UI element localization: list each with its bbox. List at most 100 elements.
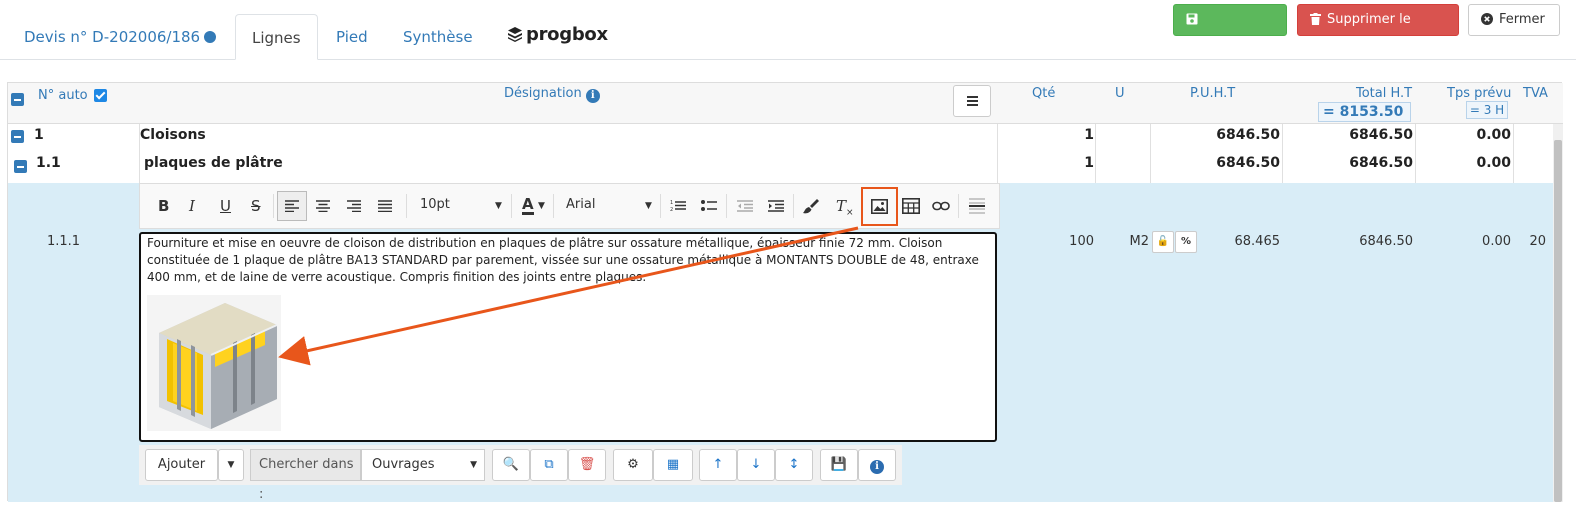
save-button[interactable]: Enregistrer bbox=[1173, 4, 1287, 57]
tps-header: Tps prévu bbox=[1447, 86, 1512, 101]
total-ht-header: Total H.T bbox=[1356, 86, 1413, 101]
calculator-button[interactable]: ▦ bbox=[653, 449, 693, 481]
underline-icon[interactable]: U bbox=[220, 197, 231, 215]
row-number: 1 bbox=[34, 127, 44, 143]
toolbar-divider bbox=[273, 194, 274, 218]
scrollbar[interactable] bbox=[1553, 124, 1563, 502]
save-row-button[interactable]: 💾 bbox=[820, 449, 858, 481]
info-icon[interactable]: i bbox=[585, 89, 600, 103]
insert-image-button[interactable] bbox=[861, 187, 898, 226]
qte-header: Qté bbox=[1032, 86, 1056, 101]
designation-editor[interactable]: Fourniture et mise en oeuvre de cloison … bbox=[139, 232, 997, 442]
tab-lignes[interactable]: Lignes bbox=[235, 14, 318, 60]
image-icon bbox=[871, 199, 888, 214]
add-button[interactable]: Ajouter bbox=[145, 449, 218, 481]
font-color-icon[interactable]: A bbox=[522, 197, 534, 215]
font-family-select[interactable]: Arial bbox=[566, 197, 595, 212]
font-size-select[interactable]: 10pt bbox=[420, 197, 450, 212]
move-down-button[interactable]: ↓ bbox=[737, 449, 775, 481]
editor-toolbar: B I U S 10pt ▼ A ▼ Arial ▼ 12 T× bbox=[139, 183, 1000, 229]
search-scope-value: Ouvrages bbox=[372, 457, 435, 472]
close-button[interactable]: Fermer bbox=[1468, 4, 1560, 36]
column-menu-button[interactable] bbox=[953, 85, 991, 117]
svg-text:1: 1 bbox=[670, 200, 673, 206]
row-total: 6846.50 bbox=[1349, 127, 1413, 143]
parts-button[interactable]: ⚙ bbox=[613, 449, 653, 481]
lines-grid: N° auto Désignation i Qté U P.U.H.T Total… bbox=[7, 82, 1563, 502]
hamburger-icon bbox=[967, 96, 978, 98]
collapse-row-icon[interactable] bbox=[11, 130, 24, 143]
bullet-list-icon[interactable] bbox=[701, 199, 717, 213]
zoom-button[interactable]: 🔍 bbox=[492, 449, 530, 481]
outdent-icon[interactable] bbox=[737, 200, 753, 212]
row-qte: 1 bbox=[1084, 155, 1094, 171]
table-row[interactable]: 1.1 plaques de plâtre 1 6846.50 6846.50 … bbox=[8, 153, 1553, 181]
row-tps: 0.00 bbox=[1476, 155, 1511, 171]
collapse-all-icon[interactable] bbox=[11, 93, 24, 106]
row-total: 6846.50 bbox=[1359, 234, 1413, 249]
toolbar-divider bbox=[793, 194, 794, 218]
row-qte: 1 bbox=[1084, 127, 1094, 143]
table-icon[interactable] bbox=[902, 198, 920, 214]
progbox-logo[interactable]: progbox bbox=[507, 24, 608, 45]
italic-icon[interactable]: I bbox=[189, 197, 195, 215]
justify-icon[interactable] bbox=[378, 200, 392, 212]
info-button[interactable]: i bbox=[858, 449, 896, 481]
trash-icon bbox=[1310, 13, 1321, 25]
row-total: 6846.50 bbox=[1349, 155, 1413, 171]
link-icon[interactable] bbox=[932, 201, 950, 211]
align-center-icon[interactable] bbox=[316, 200, 330, 212]
toolbar-divider bbox=[511, 194, 512, 218]
scrollbar-thumb[interactable] bbox=[1554, 140, 1562, 502]
row-qte[interactable]: 100 bbox=[1068, 234, 1094, 249]
indent-icon[interactable] bbox=[768, 200, 784, 212]
edited-row[interactable]: 1.1.1 B I U S 10pt ▼ A ▼ Arial ▼ 12 T× F… bbox=[8, 183, 1553, 502]
clear-format-icon[interactable]: T× bbox=[836, 197, 854, 218]
row-tps[interactable]: 0.00 bbox=[1448, 234, 1511, 249]
percent-icon[interactable]: % bbox=[1175, 231, 1197, 253]
align-right-icon[interactable] bbox=[347, 200, 361, 212]
collapse-row-icon[interactable] bbox=[14, 160, 27, 173]
add-dropdown-toggle[interactable]: ▼ bbox=[218, 449, 244, 481]
row-tva[interactable]: 20 bbox=[1520, 234, 1546, 249]
designation-text: Fourniture et mise en oeuvre de cloison … bbox=[147, 236, 979, 284]
move-up-button[interactable]: ↑ bbox=[699, 449, 737, 481]
puht-header: P.U.H.T bbox=[1190, 86, 1236, 101]
strikethrough-icon[interactable]: S bbox=[251, 197, 261, 215]
auto-num-checkbox[interactable] bbox=[94, 89, 107, 102]
copy-button[interactable]: ⧉ bbox=[530, 449, 568, 481]
info-icon: i bbox=[870, 460, 884, 474]
grid-header: N° auto Désignation i Qté U P.U.H.T Total… bbox=[8, 83, 1563, 124]
arrow-down-icon: ↓ bbox=[750, 457, 762, 472]
row-label: plaques de plâtre bbox=[144, 155, 283, 171]
close-circle-icon bbox=[1481, 13, 1493, 25]
delete-row-button[interactable]: 🗑 bbox=[568, 449, 606, 481]
table-row[interactable]: 1 Cloisons 1 6846.50 6846.50 0.00 bbox=[8, 125, 1553, 153]
row-puht: 6846.50 bbox=[1216, 127, 1280, 143]
designation-header: Désignation i bbox=[504, 86, 600, 103]
search-scope-select[interactable]: Ouvrages ▼ bbox=[361, 449, 485, 481]
lock-icon[interactable]: 🔓 bbox=[1152, 231, 1174, 253]
row-puht: 6846.50 bbox=[1216, 155, 1280, 171]
delete-quote-button[interactable]: Supprimer le devis bbox=[1297, 4, 1459, 57]
floppy-icon bbox=[1186, 13, 1198, 25]
toolbar-divider bbox=[406, 194, 407, 218]
chevron-down-icon: ▼ bbox=[495, 201, 502, 211]
tab-devis[interactable]: Devis n° D-202006/186 bbox=[8, 14, 232, 60]
row-puht[interactable]: 68.465 bbox=[1218, 234, 1281, 249]
tab-synthese[interactable]: Synthèse bbox=[387, 14, 489, 60]
numbered-list-icon[interactable]: 12 bbox=[670, 199, 686, 213]
move-button[interactable]: ↕ bbox=[775, 449, 813, 481]
top-tab-bar: Devis n° D-202006/186 Lignes Pied Synthè… bbox=[0, 0, 1576, 60]
chevron-down-icon: ▼ bbox=[538, 201, 545, 211]
trash-icon: 🗑 bbox=[578, 457, 596, 472]
format-painter-icon[interactable] bbox=[803, 198, 819, 214]
tab-pied[interactable]: Pied bbox=[320, 14, 384, 60]
horizontal-rule-icon[interactable] bbox=[969, 198, 985, 214]
toolbar-divider bbox=[660, 194, 661, 218]
row-unit[interactable]: M2 bbox=[1123, 234, 1150, 249]
align-left-icon[interactable] bbox=[277, 191, 307, 221]
partition-wall-image[interactable] bbox=[147, 295, 281, 431]
bold-icon[interactable]: B bbox=[158, 197, 169, 215]
chevron-down-icon: ▼ bbox=[645, 201, 652, 211]
